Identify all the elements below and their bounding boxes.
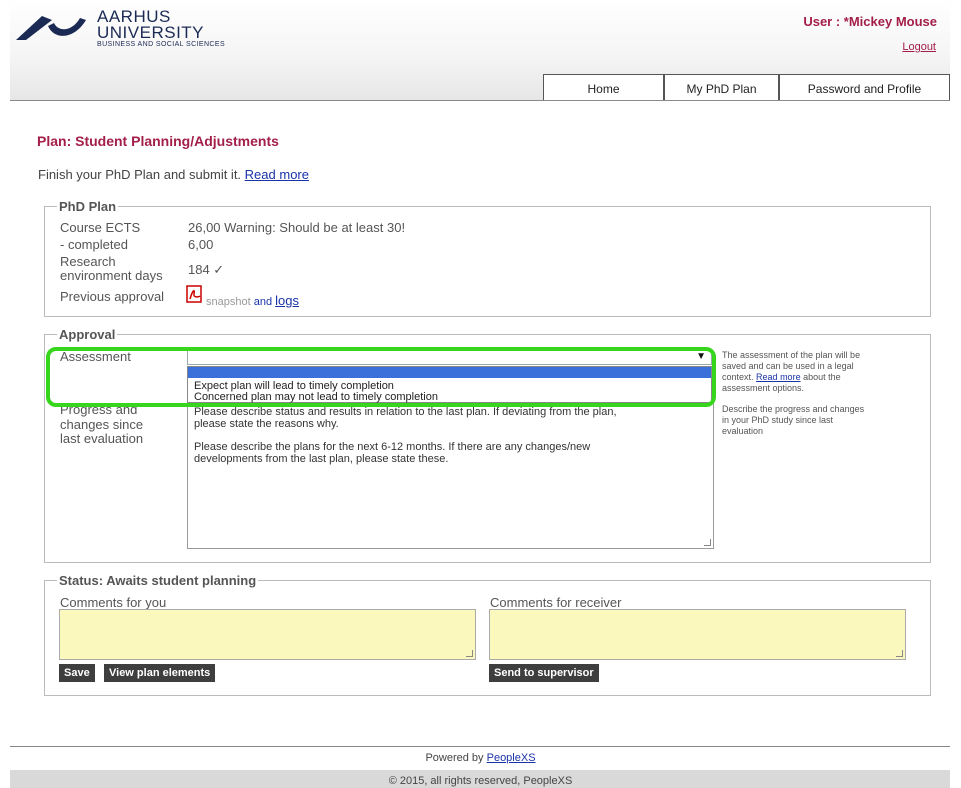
assessment-help-line3: context. Read more about the <box>722 372 860 383</box>
comments-for-receiver-textarea[interactable] <box>489 609 906 660</box>
highlight-annotation <box>46 347 716 407</box>
resize-handle-icon[interactable] <box>896 650 903 657</box>
assessment-help-line1: The assessment of the plan will be <box>722 350 861 360</box>
resize-handle-icon[interactable] <box>704 539 711 546</box>
research-label-line2: environment days <box>60 268 163 283</box>
comments-for-receiver-label: Comments for receiver <box>490 595 622 610</box>
progress-text-line4: developments from the last plan, please … <box>194 453 449 465</box>
footer-copyright: © 2015, all rights reserved, PeopleXS <box>388 775 573 787</box>
comments-for-you-label: Comments for you <box>60 595 167 610</box>
intro-text-label: Finish your PhD Plan and submit it. <box>38 167 242 182</box>
user-label: User : *Mickey Mouse <box>803 14 937 29</box>
peoplexs-link[interactable]: PeopleXS <box>487 752 536 764</box>
research-days-value: 184 ✓ <box>188 262 225 277</box>
progress-label-line3: last evaluation <box>60 431 144 446</box>
progress-textarea[interactable]: Please describe status and results in re… <box>187 403 714 549</box>
progress-help-line1: Describe the progress and changes <box>722 404 865 414</box>
course-ects-value: 26,00 Warning: Should be at least 30! <box>188 220 406 235</box>
completed-value: 6,00 <box>188 237 214 252</box>
intro-read-more-link[interactable]: Read more <box>245 167 309 182</box>
send-to-supervisor-button[interactable]: Send to supervisor <box>489 664 599 682</box>
resize-handle-icon[interactable] <box>466 650 473 657</box>
progress-help-line2: in your PhD study since last <box>722 415 834 425</box>
assessment-read-more-link[interactable]: Read more <box>756 372 801 382</box>
assessment-help-line4: assessment options. <box>722 383 805 393</box>
progress-help-line3: evaluation <box>722 426 764 436</box>
logo-text-university: UNIVERSITY <box>97 23 205 42</box>
footer-divider <box>10 746 950 747</box>
assessment-help-context: context. <box>722 372 754 382</box>
logs-link[interactable]: logs <box>275 293 299 308</box>
tab-password-profile[interactable]: Password and Profile <box>779 74 950 100</box>
assessment-help-about: about the <box>803 372 841 382</box>
tab-home[interactable]: Home <box>543 74 664 100</box>
assessment-help-text: The assessment of the plan will be saved… <box>722 350 860 394</box>
phd-plan-legend: PhD Plan <box>59 199 117 214</box>
comments-for-you-textarea[interactable] <box>59 609 476 660</box>
approval-legend: Approval <box>59 327 116 342</box>
logout-link[interactable]: Logout <box>902 41 936 53</box>
assessment-help-line2: saved and can be used in a legal <box>722 361 854 371</box>
page-title: Plan: Student Planning/Adjustments <box>37 133 279 149</box>
previous-approval-label: Previous approval <box>60 289 165 304</box>
view-plan-elements-button[interactable]: View plan elements <box>104 664 216 682</box>
pdf-icon[interactable] <box>186 285 204 303</box>
progress-text-line1: Please describe status and results in re… <box>194 406 617 418</box>
progress-text-line2: please state the reasons why. <box>194 418 339 430</box>
course-ects-label: Course ECTS <box>60 220 141 235</box>
phd-plan-section: PhD Plan <box>44 199 931 317</box>
progress-label-line2: changes since <box>60 417 144 432</box>
save-button[interactable]: Save <box>59 664 95 682</box>
research-label-line1: Research <box>60 254 116 269</box>
snapshot-line: snapshot and logs <box>206 293 299 308</box>
footer-powered-by: Powered by PeopleXS <box>0 752 961 764</box>
powered-by-label: Powered by <box>425 752 484 764</box>
snapshot-label[interactable]: snapshot <box>206 296 251 308</box>
status-legend: Status: Awaits student planning <box>59 573 257 588</box>
and-label: and <box>253 296 273 308</box>
completed-label: - completed <box>60 237 128 252</box>
progress-help-text: Describe the progress and changes in you… <box>722 404 864 437</box>
aarhus-university-logo-icon <box>16 16 86 40</box>
logo-text-faculty: BUSINESS AND SOCIAL SCIENCES <box>97 41 226 48</box>
intro-text: Finish your PhD Plan and submit it. Read… <box>38 167 309 182</box>
progress-text-line3: Please describe the plans for the next 6… <box>194 441 591 453</box>
tab-my-phd-plan[interactable]: My PhD Plan <box>664 74 779 100</box>
